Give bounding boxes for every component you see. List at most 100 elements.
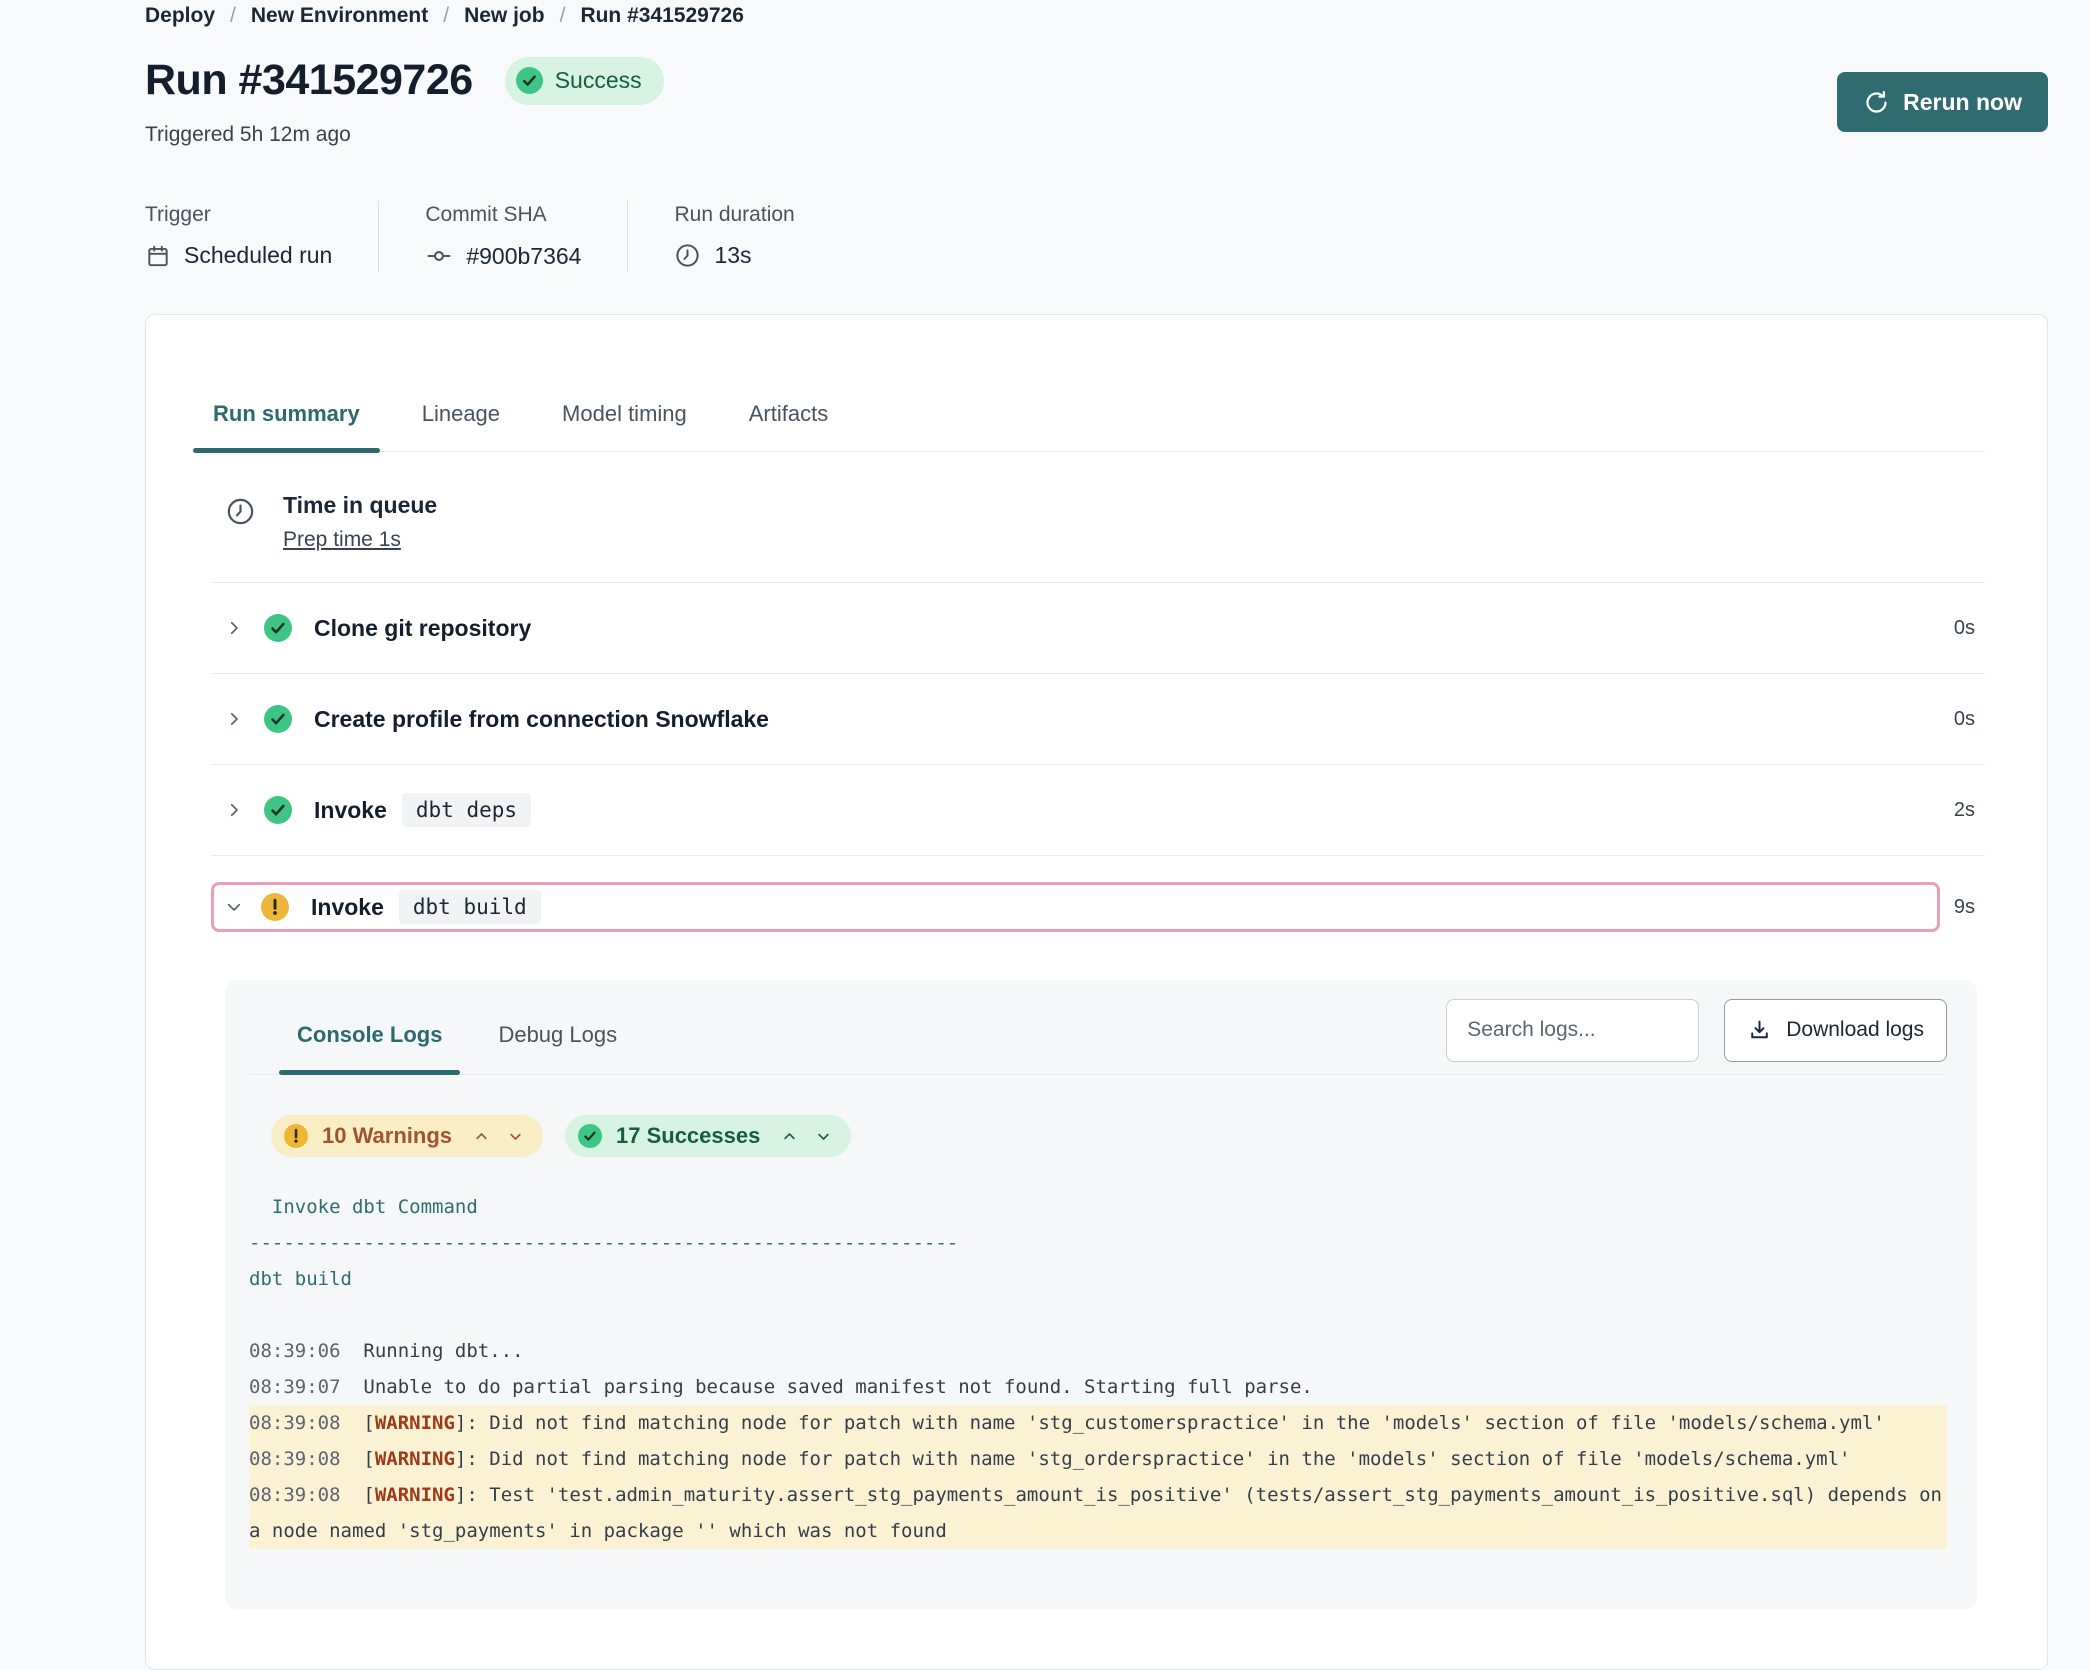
calendar-icon bbox=[145, 243, 171, 269]
chevron-down-icon[interactable] bbox=[816, 1129, 831, 1144]
run-header: Run #341529726 Success Triggered 5h 12m … bbox=[145, 56, 2048, 147]
breadcrumb-separator: / bbox=[443, 4, 449, 28]
log-line: 08:39:06 Running dbt... bbox=[249, 1333, 1947, 1369]
step-name: Invoke bbox=[311, 894, 384, 921]
success-check-icon bbox=[264, 614, 292, 642]
commit-icon bbox=[425, 242, 453, 270]
step-invoke-dbt-deps[interactable]: Invoke dbt deps 2s bbox=[211, 765, 1985, 856]
meta-trigger: Trigger Scheduled run bbox=[145, 201, 379, 272]
step-duration: 0s bbox=[1954, 708, 1985, 731]
time-in-queue-section: Time in queue Prep time 1s bbox=[211, 452, 1985, 583]
chevron-up-icon[interactable] bbox=[782, 1129, 797, 1144]
step-duration: 9s bbox=[1954, 896, 1985, 919]
breadcrumb-item-environment[interactable]: New Environment bbox=[251, 4, 428, 28]
tab-lineage[interactable]: Lineage bbox=[420, 401, 502, 451]
log-timestamp: 08:39:08 bbox=[249, 1412, 363, 1434]
step-clone-git-repository[interactable]: Clone git repository 0s bbox=[211, 583, 1985, 674]
log-filter-badges: 10 Warnings 17 Successes bbox=[271, 1115, 1947, 1157]
meta-commit-label: Commit SHA bbox=[425, 203, 581, 227]
queue-title: Time in queue bbox=[283, 492, 437, 519]
warnings-badge-label: 10 Warnings bbox=[322, 1123, 452, 1149]
download-icon bbox=[1747, 1018, 1772, 1043]
meta-run-duration: Run duration 13s bbox=[628, 201, 840, 272]
breadcrumb-separator: / bbox=[560, 4, 566, 28]
log-timestamp: 08:39:08 bbox=[249, 1484, 363, 1506]
log-content: Invoke dbt Command----------------------… bbox=[249, 1189, 1947, 1549]
rerun-now-label: Rerun now bbox=[1903, 89, 2022, 116]
search-logs-input[interactable] bbox=[1446, 999, 1699, 1062]
status-badge-label: Success bbox=[555, 67, 642, 94]
warnings-badge[interactable]: 10 Warnings bbox=[271, 1115, 543, 1157]
expanded-step-box[interactable]: Invoke dbt build bbox=[211, 882, 1940, 932]
breadcrumb-item-job[interactable]: New job bbox=[464, 4, 545, 28]
warning-tag: WARNING bbox=[375, 1448, 455, 1470]
run-meta: Trigger Scheduled run Commit SHA #900b73… bbox=[145, 201, 2048, 272]
log-line: 08:39:08 [WARNING]: Test 'test.admin_mat… bbox=[249, 1477, 1947, 1549]
tab-console-logs[interactable]: Console Logs bbox=[297, 996, 442, 1074]
breadcrumb-separator: / bbox=[230, 4, 236, 28]
log-panel: Console Logs Debug Logs Download logs 10… bbox=[225, 980, 1977, 1609]
log-toolbar: Console Logs Debug Logs Download logs bbox=[249, 996, 1947, 1075]
log-intro-line: ----------------------------------------… bbox=[249, 1225, 1947, 1261]
run-detail-page: Deploy / New Environment / New job / Run… bbox=[0, 0, 2090, 1670]
status-badge: Success bbox=[505, 57, 664, 105]
success-check-icon bbox=[516, 67, 543, 94]
triggered-timestamp: Triggered 5h 12m ago bbox=[145, 123, 664, 147]
step-invoke-dbt-build[interactable]: Invoke dbt build 9s bbox=[211, 856, 1985, 932]
tab-model-timing[interactable]: Model timing bbox=[560, 401, 689, 451]
log-line: 08:39:08 [WARNING]: Did not find matchin… bbox=[249, 1405, 1947, 1441]
clock-icon bbox=[674, 242, 701, 269]
log-line: 08:39:08 [WARNING]: Did not find matchin… bbox=[249, 1441, 1947, 1477]
success-check-icon bbox=[264, 705, 292, 733]
rerun-now-button[interactable]: Rerun now bbox=[1837, 72, 2048, 132]
breadcrumb-item-current-run: Run #341529726 bbox=[580, 4, 743, 28]
chevron-up-icon[interactable] bbox=[474, 1129, 489, 1144]
success-check-icon bbox=[578, 1124, 602, 1148]
step-name: Create profile from connection Snowflake bbox=[314, 706, 769, 733]
download-logs-label: Download logs bbox=[1786, 1018, 1924, 1042]
warning-icon bbox=[284, 1124, 308, 1148]
meta-trigger-value: Scheduled run bbox=[184, 242, 332, 269]
breadcrumb: Deploy / New Environment / New job / Run… bbox=[145, 4, 2048, 28]
meta-duration-value: 13s bbox=[714, 242, 751, 269]
log-timestamp: 08:39:07 bbox=[249, 1376, 363, 1398]
chevron-down-icon[interactable] bbox=[508, 1129, 523, 1144]
run-summary-card: Run summary Lineage Model timing Artifac… bbox=[145, 314, 2048, 1670]
chevron-right-icon[interactable] bbox=[225, 619, 243, 637]
refresh-icon bbox=[1863, 89, 1890, 116]
success-check-icon bbox=[264, 796, 292, 824]
chevron-right-icon[interactable] bbox=[225, 710, 243, 728]
warning-tag: WARNING bbox=[375, 1484, 455, 1506]
successes-badge[interactable]: 17 Successes bbox=[565, 1115, 851, 1157]
step-duration: 0s bbox=[1954, 617, 1985, 640]
successes-badge-label: 17 Successes bbox=[616, 1123, 760, 1149]
meta-duration-label: Run duration bbox=[674, 203, 794, 227]
clock-icon bbox=[225, 496, 256, 552]
chevron-right-icon[interactable] bbox=[225, 801, 243, 819]
step-name: Invoke bbox=[314, 797, 387, 824]
log-line: 08:39:07 Unable to do partial parsing be… bbox=[249, 1369, 1947, 1405]
meta-trigger-label: Trigger bbox=[145, 203, 332, 227]
warning-icon bbox=[261, 893, 289, 921]
warning-tag: WARNING bbox=[375, 1412, 455, 1434]
meta-commit-sha: Commit SHA #900b7364 bbox=[379, 201, 628, 272]
page-title: Run #341529726 bbox=[145, 56, 473, 105]
prep-time-link[interactable]: Prep time 1s bbox=[283, 528, 401, 552]
meta-commit-value: #900b7364 bbox=[466, 243, 581, 270]
tab-run-summary[interactable]: Run summary bbox=[211, 401, 362, 451]
chevron-down-icon[interactable] bbox=[225, 898, 243, 916]
download-logs-button[interactable]: Download logs bbox=[1724, 999, 1947, 1062]
tab-artifacts[interactable]: Artifacts bbox=[747, 401, 830, 451]
step-command-chip: dbt build bbox=[399, 890, 541, 924]
log-intro-line: dbt build bbox=[249, 1261, 1947, 1297]
step-create-profile[interactable]: Create profile from connection Snowflake… bbox=[211, 674, 1985, 765]
log-intro-line: Invoke dbt Command bbox=[249, 1189, 1947, 1225]
breadcrumb-item-deploy[interactable]: Deploy bbox=[145, 4, 215, 28]
tab-debug-logs[interactable]: Debug Logs bbox=[498, 996, 617, 1074]
log-timestamp: 08:39:06 bbox=[249, 1340, 363, 1362]
log-intro-line bbox=[249, 1297, 1947, 1333]
step-duration: 2s bbox=[1954, 799, 1985, 822]
run-tabs: Run summary Lineage Model timing Artifac… bbox=[211, 401, 1985, 452]
step-name: Clone git repository bbox=[314, 615, 531, 642]
log-timestamp: 08:39:08 bbox=[249, 1448, 363, 1470]
